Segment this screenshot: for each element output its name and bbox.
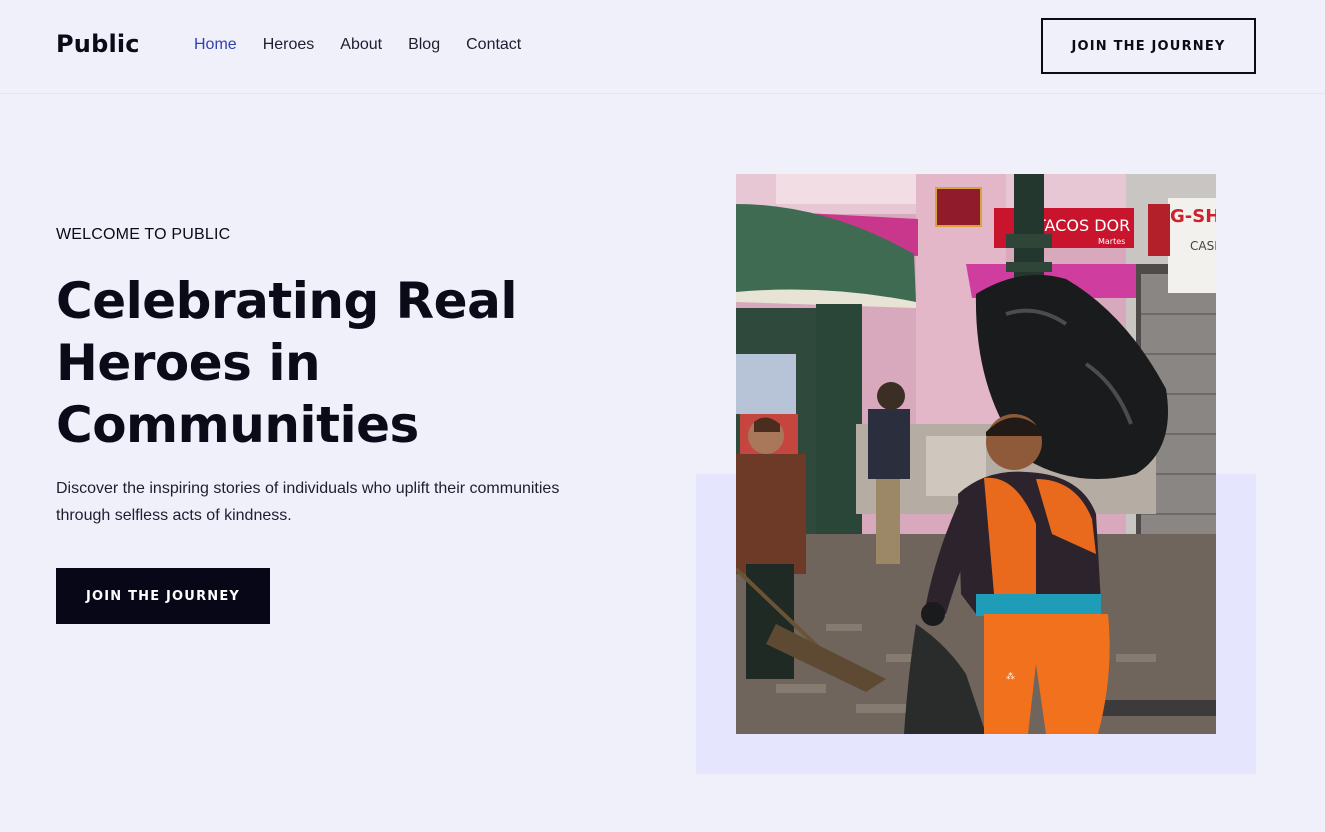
- site-header: Public Home Heroes About Blog Contact JO…: [0, 0, 1325, 94]
- nav-link-contact[interactable]: Contact: [466, 36, 521, 54]
- street-worker-photo: G-SHO CASIO TACOS DOR Martes: [736, 174, 1216, 734]
- tacos-sign: TACOS DOR: [1035, 216, 1130, 235]
- g-shock-sign: G-SHO: [1170, 206, 1216, 227]
- main-nav: Home Heroes About Blog Contact: [194, 36, 521, 54]
- tacos-sign-sub: Martes: [1098, 237, 1125, 246]
- nav-link-heroes[interactable]: Heroes: [263, 36, 315, 54]
- hero-eyebrow: WELCOME TO PUBLIC: [56, 226, 231, 243]
- nav-link-home[interactable]: Home: [194, 36, 237, 54]
- hero-headline: Celebrating Real Heroes in Communities: [56, 272, 517, 454]
- hero-photo: G-SHO CASIO TACOS DOR Martes: [736, 174, 1216, 734]
- nav-link-about[interactable]: About: [340, 36, 382, 54]
- hero-join-button[interactable]: JOIN THE JOURNEY: [56, 568, 270, 624]
- hero-description: Discover the inspiring stories of indivi…: [56, 480, 560, 524]
- casio-sign: CASIO: [1190, 239, 1216, 253]
- svg-text:⁂: ⁂: [1006, 671, 1015, 682]
- nav-link-blog[interactable]: Blog: [408, 36, 440, 54]
- site-logo[interactable]: Public: [56, 30, 140, 58]
- header-join-button[interactable]: JOIN THE JOURNEY: [1041, 18, 1256, 74]
